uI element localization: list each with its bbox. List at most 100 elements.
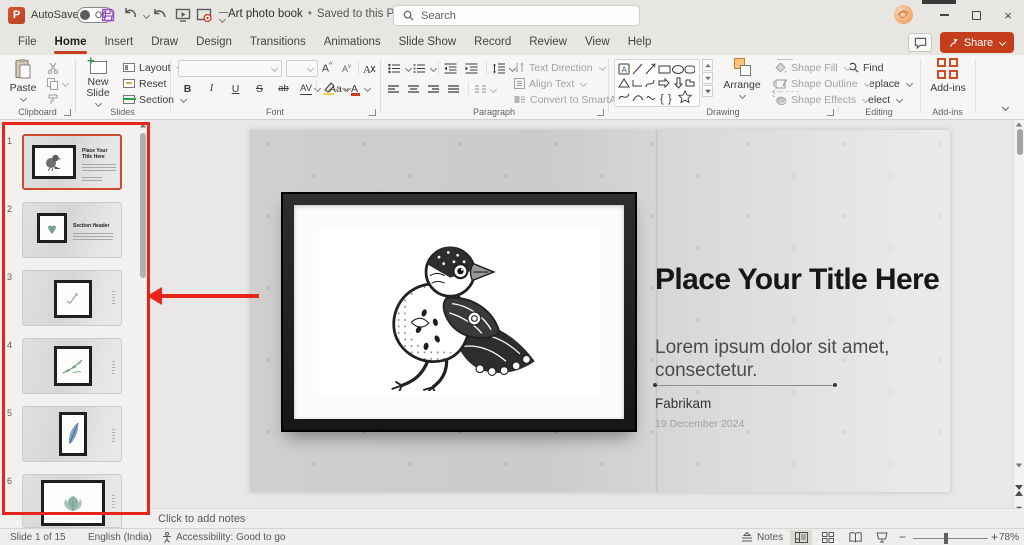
panel-scroll-up-icon[interactable] <box>140 124 146 128</box>
grow-font-button[interactable]: A^ <box>322 61 332 76</box>
format-painter-button[interactable] <box>47 92 59 107</box>
bold-button[interactable]: B <box>180 80 195 97</box>
tab-draw[interactable]: Draw <box>142 30 187 55</box>
accessibility-status[interactable]: Accessibility: Good to go <box>176 532 286 543</box>
slide-sorter-view-button[interactable] <box>817 530 839 545</box>
tab-record[interactable]: Record <box>465 30 520 55</box>
undo-dropdown-icon[interactable] <box>143 12 150 19</box>
thumbnail-panel-scrollbar[interactable] <box>138 120 147 528</box>
shapes-more-icon[interactable] <box>702 85 713 97</box>
font-dialog-launcher-icon[interactable] <box>369 109 376 116</box>
tab-home[interactable]: Home <box>46 30 96 55</box>
paste-button[interactable]: Paste <box>6 58 40 101</box>
clear-formatting-button[interactable]: A <box>363 61 376 76</box>
tab-animations[interactable]: Animations <box>315 30 390 55</box>
slide-5-thumbnail[interactable] <box>22 406 122 462</box>
justify-icon[interactable] <box>448 85 460 95</box>
shapes-scroll-down-icon[interactable] <box>702 72 713 84</box>
decrease-indent-button[interactable] <box>444 61 457 76</box>
notes-toggle-button[interactable]: Notes <box>741 532 783 543</box>
paragraph-dialog-launcher-icon[interactable] <box>597 109 604 116</box>
shape-outline-button[interactable]: Shape Outline <box>775 76 870 91</box>
collapse-ribbon-icon[interactable] <box>1002 104 1009 111</box>
slide-canvas[interactable]: Place Your Title Here Lorem ipsum dolor … <box>250 130 950 492</box>
align-text-button[interactable]: Align Text <box>514 76 586 91</box>
font-name-select[interactable] <box>178 60 282 77</box>
slideshow-view-button[interactable] <box>871 530 893 545</box>
slide-date-text[interactable]: 19 December 2024 <box>655 418 744 430</box>
notes-pane[interactable]: Click to add notes <box>150 508 1024 528</box>
drawing-dialog-launcher-icon[interactable] <box>827 109 834 116</box>
maximize-button[interactable] <box>961 0 991 30</box>
slide-1-thumbnail[interactable]: Place Your Title Here <box>22 134 122 190</box>
slide-number-status[interactable]: Slide 1 of 15 <box>10 532 66 543</box>
strikethrough-button[interactable]: S <box>252 80 267 97</box>
start-slideshow-icon[interactable] <box>175 7 191 23</box>
language-status[interactable]: English (India) <box>88 532 152 543</box>
customize-qat-icon[interactable] <box>219 12 228 19</box>
numbering-button[interactable] <box>413 61 436 76</box>
search-input[interactable]: Search <box>393 5 640 26</box>
slide-2-thumbnail[interactable]: Section Header <box>22 202 122 258</box>
main-scrollbar-thumb[interactable] <box>1017 129 1023 155</box>
zoom-in-button[interactable]: + <box>991 530 998 544</box>
strikethrough-alt-button[interactable]: ab <box>276 80 291 97</box>
redo-icon[interactable] <box>152 7 168 23</box>
text-highlight-button[interactable] <box>322 81 348 96</box>
tab-help[interactable]: Help <box>619 30 661 55</box>
shrink-font-button[interactable]: Av <box>342 61 351 76</box>
slideshow-setup-icon[interactable] <box>196 7 212 23</box>
line-spacing-button[interactable] <box>492 61 515 76</box>
find-button[interactable]: Find <box>848 60 883 75</box>
picture-frame[interactable] <box>281 192 637 432</box>
tab-file[interactable]: File <box>9 30 46 55</box>
increase-indent-button[interactable] <box>465 61 478 76</box>
panel-scrollbar-thumb[interactable] <box>140 133 146 278</box>
font-size-select[interactable] <box>286 60 318 77</box>
zoom-slider-track[interactable] <box>913 538 988 539</box>
clipboard-dialog-launcher-icon[interactable] <box>64 109 71 116</box>
zoom-slider-thumb[interactable] <box>944 533 948 544</box>
text-direction-button[interactable]: Text Direction <box>514 60 605 75</box>
shape-effects-button[interactable]: Shape Effects <box>775 92 868 107</box>
tab-slide-show[interactable]: Slide Show <box>390 30 466 55</box>
zoom-level[interactable]: 78% <box>999 532 1019 543</box>
undo-icon[interactable] <box>122 7 138 23</box>
tab-view[interactable]: View <box>576 30 619 55</box>
slide-footer-text[interactable]: Fabrikam <box>655 396 711 411</box>
shapes-gallery[interactable]: A { <box>614 59 700 107</box>
slide-thumbnail-panel[interactable]: 1 Place Your Title Here 2 Section Header… <box>0 120 150 528</box>
cut-button[interactable] <box>47 60 60 75</box>
slide-4-thumbnail[interactable] <box>22 338 122 394</box>
slide-3-thumbnail[interactable] <box>22 270 122 326</box>
main-vertical-scrollbar[interactable] <box>1013 120 1024 508</box>
new-slide-button[interactable]: + New Slide <box>79 58 117 106</box>
slide-title-text[interactable]: Place Your Title Here <box>655 263 960 296</box>
underline-button[interactable]: U <box>228 80 243 97</box>
align-right-icon[interactable] <box>428 85 440 95</box>
italic-button[interactable]: I <box>204 80 219 97</box>
tab-design[interactable]: Design <box>187 30 241 55</box>
document-title[interactable]: Art photo book•Saved to this PC <box>228 8 414 20</box>
font-color-button[interactable]: A <box>351 81 370 96</box>
columns-button[interactable] <box>475 82 496 97</box>
close-button[interactable]: × <box>993 0 1023 30</box>
copy-button[interactable] <box>47 76 68 91</box>
tab-transitions[interactable]: Transitions <box>241 30 315 55</box>
share-button[interactable]: Share <box>940 32 1014 53</box>
account-avatar[interactable] <box>894 5 913 24</box>
powerpoint-app-icon[interactable]: P <box>8 7 25 24</box>
normal-view-button[interactable] <box>790 530 812 545</box>
reading-view-button[interactable] <box>844 530 866 545</box>
bullets-button[interactable] <box>388 61 411 76</box>
tab-review[interactable]: Review <box>520 30 576 55</box>
slide-subtitle-text[interactable]: Lorem ipsum dolor sit amet, consectetur. <box>655 336 940 382</box>
slide-6-thumbnail[interactable] <box>22 474 122 528</box>
minimize-button[interactable] <box>929 0 959 30</box>
zoom-out-button[interactable]: − <box>899 530 906 544</box>
shape-fill-button[interactable]: Shape Fill <box>775 60 850 75</box>
shapes-scroll-up-icon[interactable] <box>702 59 713 71</box>
comments-button[interactable] <box>908 33 932 52</box>
scroll-down-icon[interactable] <box>1016 464 1022 468</box>
scroll-up-icon[interactable] <box>1016 123 1022 127</box>
